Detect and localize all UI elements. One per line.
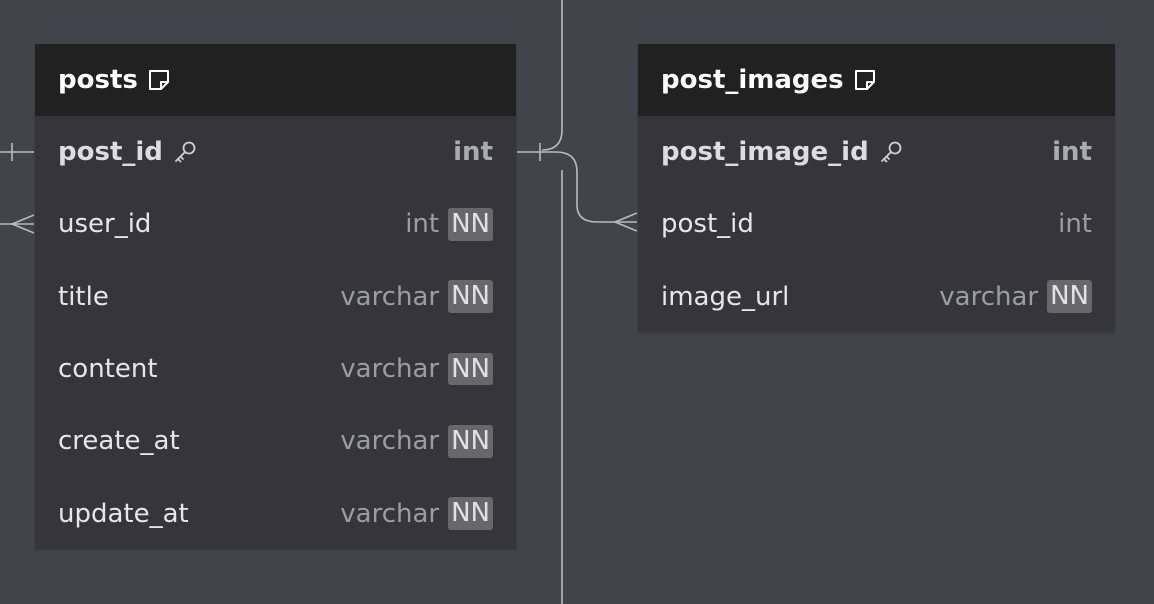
column-type: varchar (340, 426, 440, 457)
column-name: user_id (58, 209, 152, 240)
column-type: int (405, 209, 440, 240)
table-header[interactable]: post_images (638, 44, 1115, 116)
table-header[interactable]: posts (35, 44, 516, 116)
not-null-badge: NN (448, 208, 493, 241)
column-type: int (1058, 209, 1092, 240)
table-row[interactable]: title varchar NN (35, 261, 516, 333)
column-name: update_at (58, 498, 189, 529)
column-type: varchar (340, 498, 440, 529)
not-null-badge: NN (1047, 280, 1092, 314)
column-name: post_id (58, 137, 163, 168)
column-name: image_url (661, 281, 790, 312)
column-type: int (453, 137, 493, 168)
table-row[interactable]: post_id int (35, 116, 516, 188)
table-title: post_images (661, 65, 844, 95)
table-post-images[interactable]: post_images post_image_id int post_id in… (638, 44, 1115, 332)
column-name: post_image_id (661, 137, 869, 168)
table-row[interactable]: content varchar NN (35, 333, 516, 405)
column-type: varchar (939, 281, 1039, 312)
connector-vertical-line (541, 0, 563, 151)
not-null-badge: NN (448, 425, 493, 458)
diagram-canvas: posts post_id int user_id int NN title v… (0, 0, 1154, 604)
not-null-badge: NN (448, 280, 493, 314)
table-row[interactable]: create_at varchar NN (35, 405, 516, 477)
note-icon[interactable] (147, 68, 171, 92)
key-icon (172, 139, 198, 165)
table-row[interactable]: post_image_id int (638, 116, 1115, 188)
column-type: int (1052, 137, 1092, 168)
not-null-badge: NN (448, 497, 493, 530)
table-row[interactable]: image_url varchar NN (638, 261, 1115, 333)
connector-posts-post-images (517, 151, 637, 223)
column-name: post_id (661, 209, 754, 240)
table-title: posts (58, 65, 138, 95)
key-icon (878, 139, 904, 165)
table-row[interactable]: post_id int (638, 188, 1115, 260)
column-name: title (58, 281, 109, 312)
table-row[interactable]: user_id int NN (35, 188, 516, 260)
column-name: create_at (58, 426, 180, 457)
column-type: varchar (340, 354, 440, 385)
not-null-badge: NN (448, 352, 493, 386)
column-type: varchar (340, 281, 440, 312)
note-icon[interactable] (853, 68, 877, 92)
table-posts[interactable]: posts post_id int user_id int NN title v… (35, 44, 516, 549)
table-row[interactable]: update_at varchar NN (35, 477, 516, 549)
column-name: content (58, 354, 158, 385)
